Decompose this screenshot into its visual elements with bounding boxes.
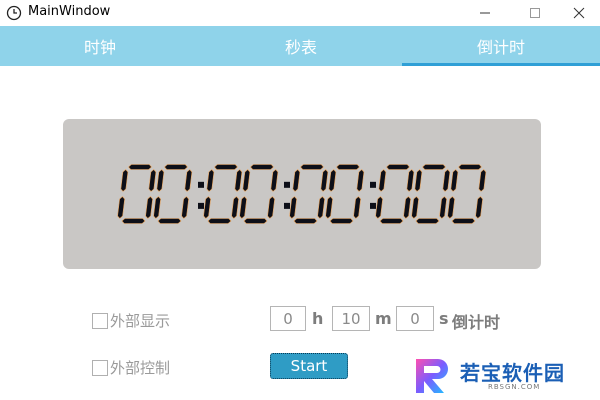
tab-stopwatch[interactable]: 秒表: [200, 26, 402, 66]
close-button[interactable]: [556, 0, 600, 26]
lcd-digit: [447, 164, 487, 224]
tab-countdown[interactable]: 倒计时: [402, 26, 600, 66]
clock-icon: [6, 5, 22, 21]
lcd-digit: [325, 164, 365, 224]
external-display-checkbox[interactable]: 外部显示: [92, 310, 170, 331]
lcd-digit: [239, 164, 279, 224]
seconds-input[interactable]: 0: [396, 306, 434, 331]
hours-unit: h: [312, 309, 324, 328]
maximize-button[interactable]: [512, 0, 558, 26]
external-display-label: 外部显示: [110, 312, 171, 330]
tab-clock[interactable]: 时钟: [0, 26, 200, 66]
time-display: [117, 164, 487, 224]
lcd-digit: [203, 164, 243, 224]
lcd-digit: [289, 164, 329, 224]
lcd-colon: [284, 181, 290, 209]
lcd-digit: [117, 164, 157, 224]
title-bar: MainWindow: [0, 0, 600, 26]
checkbox-box[interactable]: [92, 359, 108, 376]
external-control-checkbox[interactable]: 外部控制: [92, 357, 170, 378]
start-button[interactable]: Start: [270, 353, 348, 379]
lcd-digit: [411, 164, 451, 224]
checkbox-box[interactable]: [92, 312, 108, 329]
watermark-logo-icon: [416, 359, 448, 393]
hours-input[interactable]: 0: [270, 306, 306, 331]
close-icon: [573, 7, 585, 19]
countdown-label: 倒计时: [452, 313, 501, 332]
watermark-name: 若宝软件园: [460, 361, 565, 385]
lcd-colon: [370, 181, 376, 209]
lcd-digit: [375, 164, 415, 224]
seconds-unit: s: [439, 309, 449, 328]
tab-bar: 时钟 秒表 倒计时: [0, 26, 600, 66]
watermark-url: RBSGN.COM: [488, 383, 541, 391]
minimize-icon: [480, 12, 490, 14]
lcd-colon: [198, 181, 204, 209]
minutes-unit: m: [375, 309, 392, 328]
window-title: MainWindow: [28, 4, 111, 19]
lcd-digit: [153, 164, 193, 224]
time-display-panel: [63, 119, 541, 269]
minimize-button[interactable]: [462, 0, 508, 26]
external-control-label: 外部控制: [110, 359, 171, 377]
minutes-input[interactable]: 10: [332, 306, 370, 331]
maximize-icon: [530, 8, 540, 18]
